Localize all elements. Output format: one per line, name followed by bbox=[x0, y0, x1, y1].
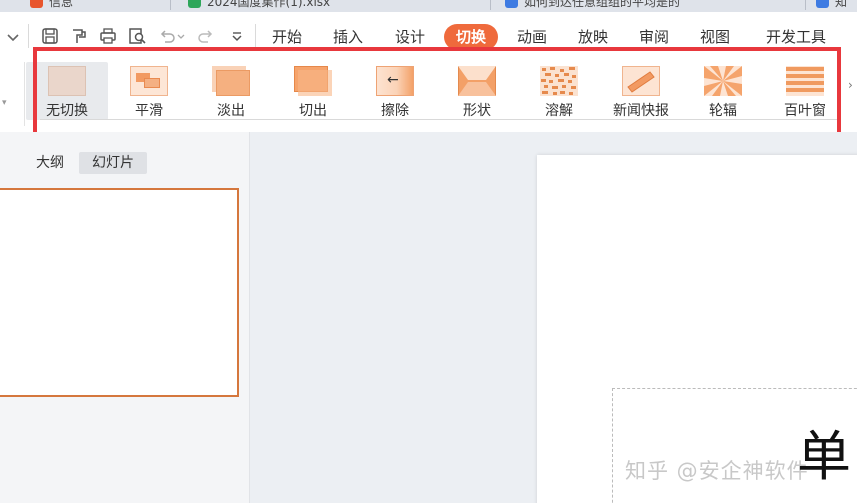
ribbon-scroll-right-icon[interactable]: › bbox=[848, 78, 853, 92]
document-icon bbox=[816, 0, 829, 8]
document-icon bbox=[505, 0, 518, 8]
browser-tab-3[interactable]: 如何到达任意组组的平均是的 bbox=[505, 0, 680, 10]
ribbon-left-scroll[interactable]: ▾ bbox=[0, 60, 24, 132]
browser-tab-title: 如何到达任意组组的平均是的 bbox=[524, 0, 681, 9]
print-icon[interactable] bbox=[97, 25, 119, 47]
spreadsheet-icon bbox=[188, 0, 201, 8]
browser-tab-title: 知 bbox=[835, 0, 848, 9]
browser-tab-1[interactable]: 信息 bbox=[30, 0, 73, 10]
print-preview-icon[interactable] bbox=[126, 25, 148, 47]
collapse-chevron-icon[interactable] bbox=[2, 26, 24, 48]
format-painter-icon[interactable] bbox=[68, 25, 90, 47]
slide-thumbnail[interactable] bbox=[0, 188, 239, 397]
browser-tab-2[interactable]: 2024国度集作(1).xlsx bbox=[188, 0, 330, 10]
tab-outline[interactable]: 大纲 bbox=[36, 152, 64, 174]
browser-tab-4[interactable]: 知 bbox=[816, 0, 847, 10]
customize-dropdown-icon[interactable] bbox=[226, 25, 248, 47]
undo-dropdown-icon[interactable] bbox=[175, 25, 187, 47]
save-icon[interactable] bbox=[39, 25, 61, 47]
browser-tab-strip: 信息 2024国度集作(1).xlsx 如何到达任意组组的平均是的 知 bbox=[0, 0, 857, 12]
app-icon bbox=[30, 0, 43, 8]
browser-tab-title: 2024国度集作(1).xlsx bbox=[207, 0, 331, 9]
browser-tab-title: 信息 bbox=[49, 0, 74, 9]
watermark: 知乎 @安企神软件 bbox=[625, 459, 809, 483]
slide-text: 单 bbox=[797, 425, 851, 488]
tab-slides[interactable]: 幻灯片 bbox=[79, 152, 147, 174]
redo-icon[interactable] bbox=[195, 25, 217, 47]
